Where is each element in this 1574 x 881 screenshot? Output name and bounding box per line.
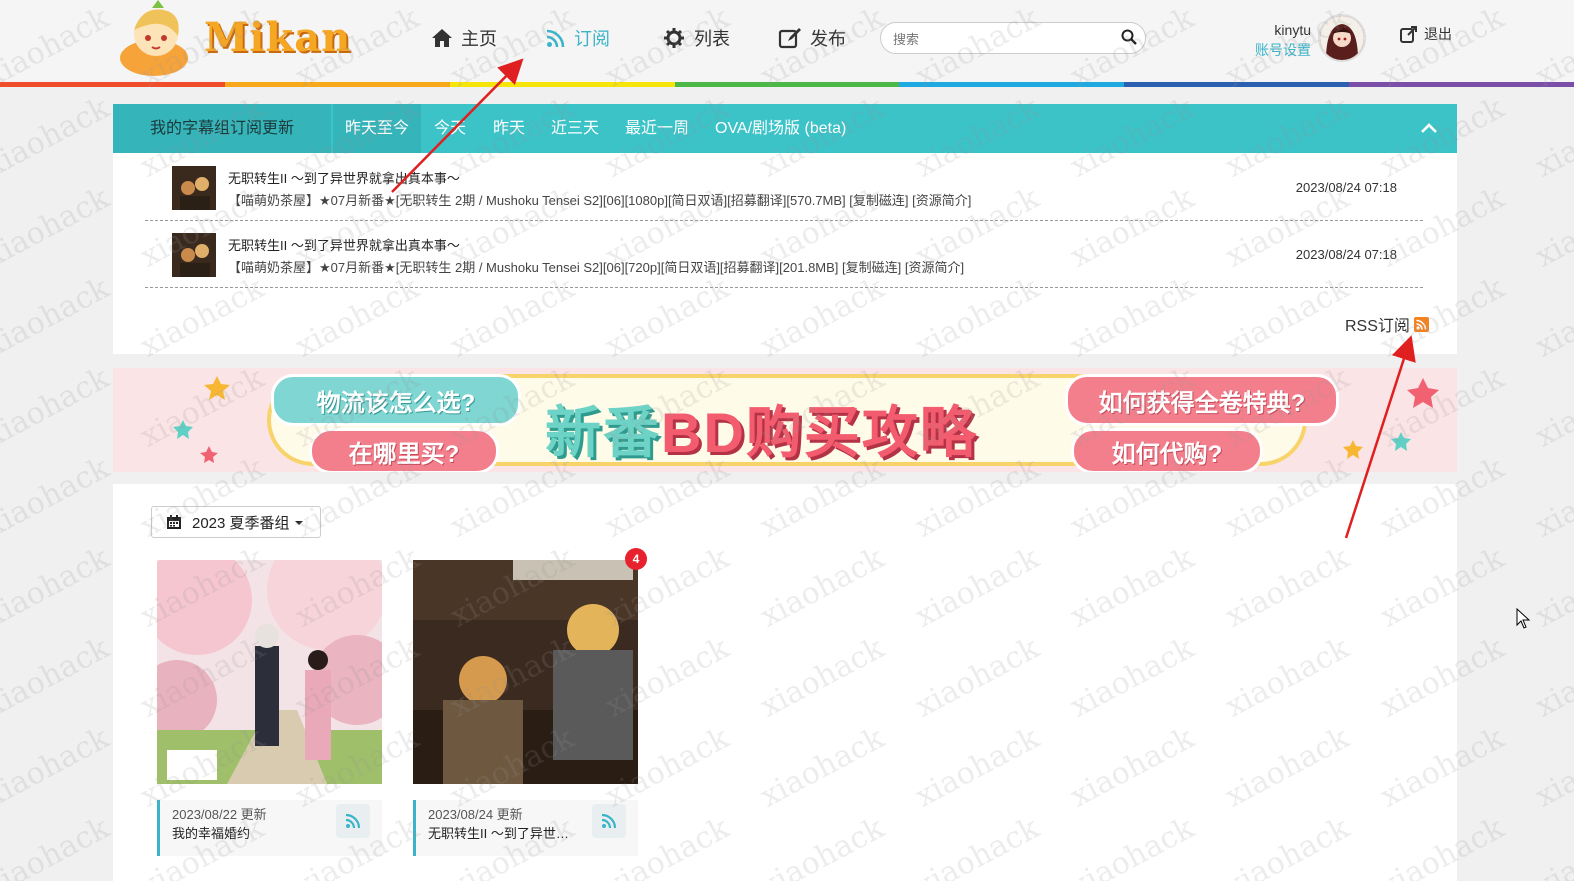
subscription-title: 我的字幕组订阅更新 xyxy=(113,104,331,153)
nav-subscribe-label: 订阅 xyxy=(574,29,610,49)
rainbow-divider xyxy=(0,82,1574,87)
watermark-text: xiaohack xyxy=(1529,450,1574,545)
subscription-tabbar: 我的字幕组订阅更新 昨天至今 今天 昨天 近三天 最近一周 OVA/剧场版 (b… xyxy=(113,104,1457,153)
anime-card-info: 2023/08/22 更新 我的幸福婚约 xyxy=(157,800,382,856)
anime-update-date: 2023/08/22 更新 xyxy=(172,807,267,822)
watermark-text: xiaohack xyxy=(0,630,115,725)
rss-feed-icon xyxy=(1413,316,1429,332)
update-count-badge: 4 xyxy=(625,548,647,570)
watermark-text: xiaohack xyxy=(1529,630,1574,725)
rss-icon xyxy=(601,813,617,829)
mascot-icon xyxy=(120,0,188,76)
watermark-text: xiaohack xyxy=(1529,180,1574,275)
nav-publish[interactable]: 发布 xyxy=(778,22,846,54)
anime-name[interactable]: 我的幸福婚约 xyxy=(172,823,322,842)
logout-label: 退出 xyxy=(1424,26,1452,42)
anime-card[interactable]: 4 2023/08/24 更新 无职转生II ～到了异世界就拿出真本事～ xyxy=(413,548,647,857)
anime-name[interactable]: 无职转生II ～到了异世界就拿出真本事～ xyxy=(428,823,578,842)
banner-title-b: BD购买攻略 xyxy=(661,401,978,464)
anime-card[interactable]: 2023/08/22 更新 我的幸福婚约 xyxy=(157,560,382,857)
logo-text: Mikan xyxy=(204,14,352,61)
nav-list[interactable]: 列表 xyxy=(662,22,730,54)
search-icon[interactable] xyxy=(1121,29,1137,50)
caret-down-icon xyxy=(294,514,304,531)
watermark-text: xiaohack xyxy=(0,90,115,185)
subscribe-rss-button[interactable] xyxy=(592,804,626,838)
rss-subscribe-label: RSS订阅 xyxy=(1345,318,1410,335)
anime-title-link[interactable]: 无职转生II ～到了异世界就拿出真本事～ xyxy=(228,235,460,254)
watermark-text: xiaohack xyxy=(0,180,115,275)
mouse-cursor-icon xyxy=(1516,608,1531,629)
tab-last-three-days[interactable]: 近三天 xyxy=(551,104,599,153)
anime-poster[interactable] xyxy=(413,560,638,784)
anime-card-info: 2023/08/24 更新 无职转生II ～到了异世界就拿出真本事～ xyxy=(413,800,638,856)
nav-home-label: 主页 xyxy=(461,29,497,49)
mikan-logo[interactable]: Mikan xyxy=(112,0,352,80)
puzzle-icon xyxy=(662,27,686,49)
watermark-text: xiaohack xyxy=(0,270,115,365)
season-dropdown-label: 2023 夏季番组 xyxy=(192,514,290,532)
watermark-text: xiaohack xyxy=(0,360,115,455)
bd-guide-banner[interactable]: 物流该怎么选? 在哪里买? 新番BD购买攻略 如何获得全卷特典? 如何代购? xyxy=(113,368,1457,472)
subscribe-rss-button[interactable] xyxy=(336,804,370,838)
home-icon xyxy=(431,28,453,48)
season-dropdown[interactable]: 2023 夏季番组 xyxy=(151,506,321,538)
user-name: kinytu xyxy=(1274,22,1311,38)
watermark-text: xiaohack xyxy=(1529,360,1574,455)
banner-title: 新番BD购买攻略 xyxy=(545,388,978,469)
search-box[interactable] xyxy=(880,22,1146,54)
account-settings-link[interactable]: 账号设置 xyxy=(1255,40,1311,60)
subscription-panel: 我的字幕组订阅更新 昨天至今 今天 昨天 近三天 最近一周 OVA/剧场版 (b… xyxy=(113,104,1457,354)
watermark-text: xiaohack xyxy=(1529,810,1574,881)
watermark-text: xiaohack xyxy=(1529,720,1574,815)
release-description[interactable]: 【喵萌奶茶屋】★07月新番★[无职转生 2期 / Mushoku Tensei … xyxy=(228,190,971,209)
tab-today[interactable]: 今天 xyxy=(434,104,466,153)
anime-poster[interactable] xyxy=(157,560,382,784)
nav-publish-label: 发布 xyxy=(810,29,846,49)
edit-icon xyxy=(778,27,802,49)
anime-title-link[interactable]: 无职转生II ～到了异世界就拿出真本事～ xyxy=(228,168,460,187)
episode-thumbnail xyxy=(172,233,216,277)
watermark-text: xiaohack xyxy=(0,810,115,881)
tab-ova-movie[interactable]: OVA/剧场版 (beta) xyxy=(715,104,846,153)
banner-proxy-buy: 如何代购? xyxy=(1071,428,1263,472)
season-section: 2023 夏季番组 2023/08/22 更新 我的幸福婚约 4 2023/08… xyxy=(113,484,1457,881)
watermark-text: xiaohack xyxy=(1529,90,1574,185)
release-description[interactable]: 【喵萌奶茶屋】★07月新番★[无职转生 2期 / Mushoku Tensei … xyxy=(228,257,964,276)
banner-bonus: 如何获得全卷特典? xyxy=(1065,374,1339,426)
anime-update-date: 2023/08/24 更新 xyxy=(428,807,523,822)
episode-thumbnail xyxy=(172,166,216,210)
tab-yesterday[interactable]: 昨天 xyxy=(493,104,525,153)
rss-icon xyxy=(546,28,566,48)
watermark-text: xiaohack xyxy=(1529,540,1574,635)
list-item[interactable]: 无职转生II ～到了异世界就拿出真本事～ 【喵萌奶茶屋】★07月新番★[无职转生… xyxy=(145,154,1423,221)
calendar-icon xyxy=(166,514,182,530)
tab-last-week[interactable]: 最近一周 xyxy=(625,104,689,153)
release-date: 2023/08/24 07:18 xyxy=(1295,180,1397,195)
chevron-up-icon[interactable] xyxy=(1419,118,1439,143)
logout-icon xyxy=(1400,25,1418,43)
rss-icon xyxy=(345,813,361,829)
avatar[interactable] xyxy=(1318,14,1366,62)
list-item[interactable]: 无职转生II ～到了异世界就拿出真本事～ 【喵萌奶茶屋】★07月新番★[无职转生… xyxy=(145,221,1423,288)
watermark-text: xiaohack xyxy=(0,720,115,815)
watermark-text: xiaohack xyxy=(0,450,115,545)
banner-title-a: 新番 xyxy=(545,401,661,464)
watermark-text: xiaohack xyxy=(1529,270,1574,365)
rss-subscribe-link[interactable]: RSS订阅 xyxy=(1345,312,1429,336)
watermark-text: xiaohack xyxy=(0,540,115,635)
nav-subscribe[interactable]: 订阅 xyxy=(546,22,610,54)
banner-where-to-buy: 在哪里买? xyxy=(309,428,499,472)
nav-list-label: 列表 xyxy=(694,29,730,49)
release-date: 2023/08/24 07:18 xyxy=(1295,247,1397,262)
banner-logistics: 物流该怎么选? xyxy=(271,374,521,426)
top-header: Mikan 主页 订阅 列表 发布 kinytu 账号设置 xyxy=(0,0,1574,87)
nav-home[interactable]: 主页 xyxy=(431,22,497,54)
logout-button[interactable]: 退出 xyxy=(1400,24,1452,44)
search-input[interactable] xyxy=(891,28,1115,50)
tab-since-yesterday[interactable]: 昨天至今 xyxy=(333,104,422,153)
